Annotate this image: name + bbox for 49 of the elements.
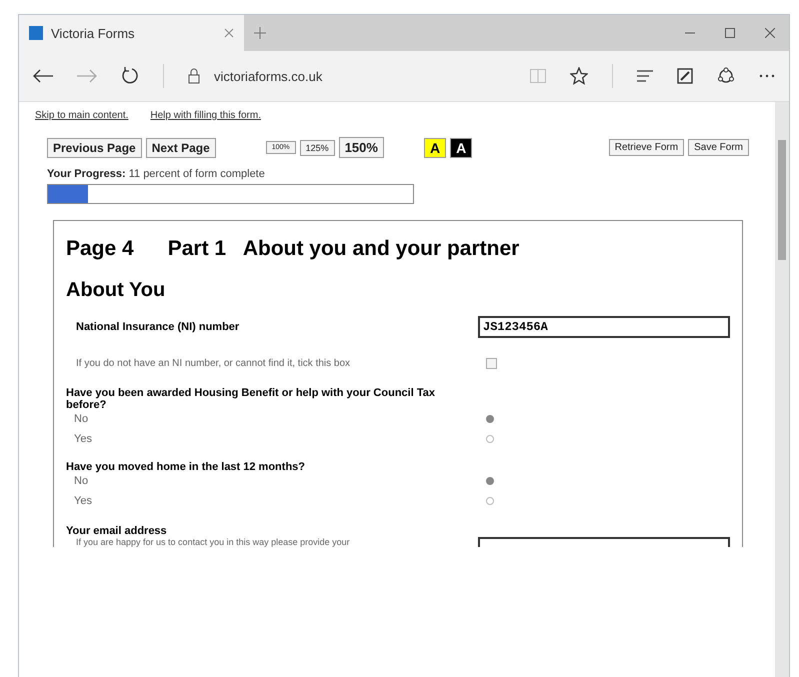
radio-button[interactable] — [486, 477, 494, 485]
back-arrow-icon[interactable] — [33, 69, 53, 83]
maximize-icon[interactable] — [725, 28, 735, 38]
link[interactable]: Help with filling this form. — [150, 110, 261, 121]
refresh-icon[interactable] — [121, 67, 139, 85]
form-button[interactable]: Retrieve Form — [608, 139, 684, 156]
option-label: No — [73, 475, 90, 487]
contrast-button[interactable]: A — [450, 138, 472, 158]
favicon-icon — [29, 26, 43, 40]
browser-tab[interactable]: Victoria Forms — [19, 15, 244, 51]
field-label: National Insurance (NI) number — [75, 321, 240, 333]
input-field[interactable]: JS123456A — [478, 316, 730, 338]
email-field[interactable] — [478, 537, 730, 547]
option-label: No — [73, 413, 90, 425]
nav-button[interactable]: Previous Page — [47, 138, 142, 158]
zoom-button[interactable]: 150% — [338, 137, 384, 158]
page-title: Part 1 About you and your partner — [168, 237, 520, 261]
share-icon[interactable] — [717, 67, 735, 85]
nav-button[interactable]: Next Page — [146, 138, 216, 158]
question-label: Have you been awarded Housing Benefit or help with your Council Tax before? — [66, 387, 436, 411]
minimize-icon[interactable] — [685, 32, 695, 34]
section-heading: About You — [66, 279, 166, 302]
tab-title: Victoria Forms — [51, 26, 136, 40]
radio-button[interactable] — [486, 435, 494, 443]
zoom-button[interactable]: 125% — [300, 140, 335, 156]
contrast-button[interactable]: A — [424, 138, 446, 158]
scrollbar[interactable] — [775, 102, 789, 677]
star-icon[interactable] — [570, 67, 588, 85]
form-button[interactable]: Save Form — [688, 139, 749, 156]
address-bar[interactable]: victoriaforms.co.uk — [214, 68, 322, 84]
link[interactable]: Skip to main content. — [35, 110, 128, 121]
page-number: Page 4 — [66, 237, 134, 261]
checkbox-label: If you do not have an NI number, or cannot find it, tick this box — [75, 358, 352, 369]
lock-icon — [188, 68, 200, 84]
field-hint: If you are happy for us to contact you in this way please provide your — [75, 537, 351, 547]
question-label: Have you moved home in the last 12 months? — [66, 461, 306, 473]
progress-text: Your Progress: 11 percent of form complete — [47, 168, 266, 180]
plus-icon[interactable] — [254, 27, 266, 39]
more-icon[interactable] — [759, 74, 775, 78]
close-icon[interactable] — [224, 28, 234, 38]
field-label: Your email address — [66, 525, 168, 537]
close-icon[interactable] — [765, 28, 775, 38]
checkbox[interactable] — [486, 358, 497, 369]
note-icon[interactable] — [677, 68, 693, 84]
radio-button[interactable] — [486, 415, 494, 423]
radio-button[interactable] — [486, 497, 494, 505]
option-label: Yes — [73, 495, 93, 507]
option-label: Yes — [73, 433, 93, 445]
hub-icon[interactable] — [637, 70, 653, 82]
